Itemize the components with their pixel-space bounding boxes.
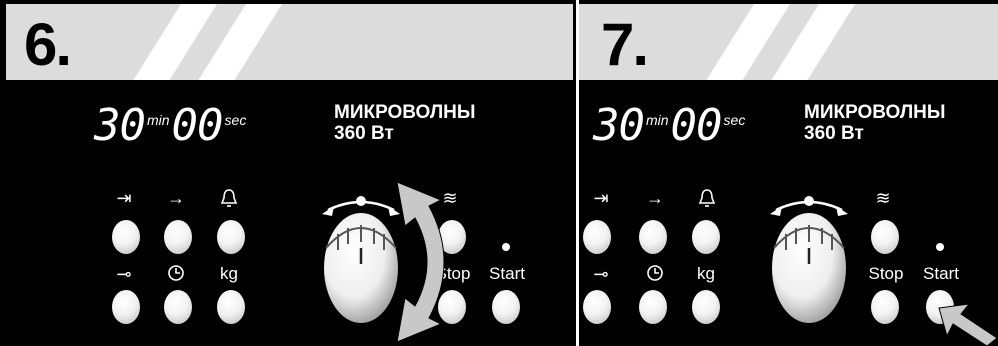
end-time-button[interactable] bbox=[164, 220, 192, 254]
lock-icon: ⊸ bbox=[593, 264, 609, 284]
timer-button[interactable] bbox=[217, 220, 245, 254]
bell-icon bbox=[209, 188, 249, 213]
oven-control-panel: 30 min00 sec МИКРОВОЛНЫ 360 Вт ⇥ → ≋ ⊸ kg … bbox=[6, 80, 573, 346]
bell-icon-graphic bbox=[698, 189, 716, 207]
mode-display: МИКРОВОЛНЫ 360 Вт bbox=[804, 102, 946, 144]
clock-icon-graphic bbox=[168, 265, 184, 281]
time-display: 30 min00 sec bbox=[593, 100, 747, 151]
bell-icon bbox=[687, 188, 727, 213]
mode-name: МИКРОВОЛНЫ bbox=[804, 102, 946, 123]
time-display: 30 min00 sec bbox=[94, 100, 248, 151]
clock-button[interactable] bbox=[164, 290, 192, 324]
minutes-unit: min bbox=[645, 112, 669, 128]
start-label: Start bbox=[923, 264, 959, 283]
end-time-button[interactable] bbox=[639, 220, 667, 254]
bell-icon-graphic bbox=[220, 189, 238, 207]
press-arrow-icon bbox=[938, 303, 998, 346]
duration-button[interactable] bbox=[112, 220, 140, 254]
minutes-unit: min bbox=[146, 112, 170, 128]
mode-power: 360 Вт bbox=[804, 123, 864, 144]
lock-icon: ⊸ bbox=[116, 264, 132, 284]
start-indicator-dot bbox=[936, 243, 944, 251]
weight-button[interactable] bbox=[692, 290, 720, 324]
rotary-knob[interactable] bbox=[754, 188, 864, 338]
rotate-arrow-icon bbox=[396, 181, 445, 343]
clock-button[interactable] bbox=[639, 290, 667, 324]
step-number: 7. bbox=[601, 11, 649, 78]
seconds-unit: sec bbox=[723, 112, 746, 128]
minutes-value: 30 bbox=[593, 100, 645, 151]
microwave-button[interactable] bbox=[871, 220, 899, 254]
duration-button[interactable] bbox=[583, 220, 611, 254]
start-button[interactable] bbox=[492, 290, 520, 324]
end-time-icon: → bbox=[167, 188, 185, 208]
mode-name: МИКРОВОЛНЫ bbox=[334, 102, 476, 123]
child-lock-button[interactable] bbox=[112, 290, 140, 324]
clock-icon bbox=[156, 264, 196, 287]
child-lock-button[interactable] bbox=[583, 290, 611, 324]
step-6-panel: 6. 30 min00 sec МИКРОВОЛНЫ 360 Вт ⇥ → ≋ ⊸ … bbox=[0, 0, 576, 346]
step-7-panel: 7. 30 min00 sec МИКРОВОЛНЫ 360 Вт ⇥ → ≋ ⊸ … bbox=[579, 0, 998, 346]
clock-icon-graphic bbox=[647, 265, 663, 281]
weight-button[interactable] bbox=[217, 290, 245, 324]
stop-label: Stop bbox=[868, 264, 904, 283]
timer-button[interactable] bbox=[692, 220, 720, 254]
seconds-value: 00 bbox=[670, 100, 723, 151]
kg-label: kg bbox=[220, 264, 238, 283]
duration-icon: ⇥ bbox=[593, 188, 609, 208]
seconds-unit: sec bbox=[224, 112, 247, 128]
end-time-icon: → bbox=[646, 188, 664, 208]
seconds-value: 00 bbox=[171, 100, 224, 151]
microwave-icon: ≋ bbox=[875, 188, 891, 208]
mode-display: МИКРОВОЛНЫ 360 Вт bbox=[334, 102, 476, 144]
step-header: 6. bbox=[6, 0, 573, 80]
step-header: 7. bbox=[579, 0, 998, 80]
clock-icon bbox=[635, 264, 675, 287]
stop-button[interactable] bbox=[871, 290, 899, 324]
step-number: 6. bbox=[24, 11, 72, 78]
oven-control-panel: 30 min00 sec МИКРОВОЛНЫ 360 Вт ⇥ → ≋ ⊸ kg … bbox=[579, 80, 998, 346]
start-indicator-dot bbox=[502, 243, 510, 251]
start-label: Start bbox=[489, 264, 525, 283]
mode-power: 360 Вт bbox=[334, 123, 394, 144]
duration-icon: ⇥ bbox=[116, 188, 132, 208]
minutes-value: 30 bbox=[94, 100, 146, 151]
kg-label: kg bbox=[697, 264, 715, 283]
